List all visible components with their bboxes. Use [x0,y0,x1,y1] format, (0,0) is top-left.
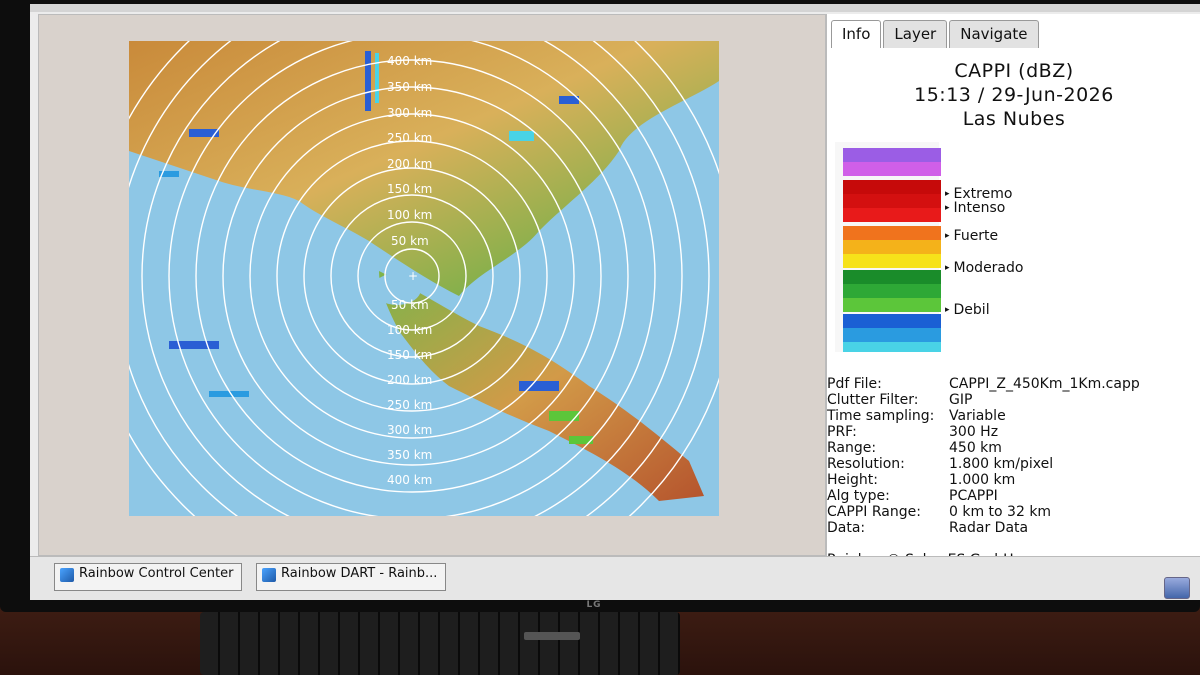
meta-label: Pdf File: [827,376,882,392]
meta-label: Alg type: [827,488,890,504]
taskbar-item-dart[interactable]: Rainbow DART - Rainb... [256,563,447,591]
meta-value-time-sampling: Variable [949,408,1006,424]
scale-swatch [843,328,941,342]
scale-swatch [843,208,941,222]
screen: + 400 km 350 km 300 km 250 km 200 km 150… [30,4,1200,600]
meta-label: Range: [827,440,877,456]
meta-label: Time sampling: [827,408,935,424]
radar-map[interactable]: + 400 km 350 km 300 km 250 km 200 km 150… [129,41,719,516]
scale-swatch [843,194,941,208]
tab-layer[interactable]: Layer [883,20,948,48]
meta-value-prf: 300 Hz [949,424,999,440]
meta-value-range: 450 km [949,440,1002,456]
scale-swatch [843,162,941,176]
tab-info[interactable]: Info [831,20,882,48]
panel-tabs: Info Layer Navigate [831,20,1041,48]
radar-map-svg: + 400 km 350 km 300 km 250 km 200 km 150… [129,41,719,516]
scale-label-moderado: Moderado [945,260,1024,276]
ring-label: 100 km [387,208,432,222]
taskbar: Rainbow Control Center Rainbow DART - Ra… [30,556,1200,600]
ring-label: 400 km [387,473,432,487]
ring-label: 350 km [387,448,432,462]
scale-swatch [843,148,941,162]
meta-label: Height: [827,472,878,488]
ring-label: 250 km [387,398,432,412]
ring-label: 250 km [387,131,432,145]
meta-value-alg-type: PCAPPI [949,488,998,504]
meta-value-height: 1.000 km [949,472,1016,488]
taskbar-item-control-center[interactable]: Rainbow Control Center [54,563,243,591]
scale-label-intenso: Intenso [945,200,1006,216]
scale-label-fuerte: Fuerte [945,228,999,244]
ring-label: 200 km [387,157,432,171]
meta-label: Data: [827,520,866,536]
radar-center-marker: + [408,269,418,283]
ring-label: 200 km [387,373,432,387]
scale-swatch [843,314,941,328]
tray-icon[interactable] [1164,577,1190,599]
scale-swatch [843,180,941,194]
meta-value-resolution: 1.800 km/pixel [949,456,1054,472]
scale-swatch [843,342,941,352]
meta-value-data: Radar Data [949,520,1029,536]
ring-label: 50 km [391,234,429,248]
ring-label: 100 km [387,323,432,337]
product-datetime: 15:13 / 29-Jun-2026 [914,84,1114,106]
meta-value-clutter: GIP [949,392,973,408]
meta-value-cappi-range: 0 km to 32 km [949,504,1052,520]
scale-label-debil: Debil [945,302,990,318]
monitor-logo: LG [586,600,602,610]
ring-label: 300 km [387,106,432,120]
scale-swatch [843,298,941,312]
scale-swatch [843,284,941,298]
scale-swatch [843,226,941,240]
scale-swatch [843,254,941,268]
taskbar-item-label: Rainbow Control Center [79,566,234,581]
ring-label: 300 km [387,423,432,437]
meta-label: Clutter Filter: [827,392,919,408]
ring-label: 400 km [387,54,432,68]
color-scale [835,142,941,352]
radar-site: Las Nubes [962,108,1066,130]
scale-swatch [843,240,941,254]
scale-swatch [843,270,941,284]
product-title: CAPPI (dBZ) [954,60,1074,82]
meta-value-pdf-file: CAPPI_Z_450Km_1Km.capp [949,376,1140,392]
app-icon [262,568,276,582]
ring-label: 150 km [387,182,432,196]
meta-label: CAPPI Range: [827,504,921,520]
app-icon [60,568,74,582]
info-panel: Info Layer Navigate CAPPI (dBZ) 15:13 / … [826,14,1200,594]
ring-label: 350 km [387,80,432,94]
keyboard [200,612,680,675]
meta-label: PRF: [827,424,857,440]
window-top-edge [30,4,1200,12]
ring-label: 50 km [391,298,429,312]
tab-navigate[interactable]: Navigate [949,20,1039,48]
ring-label: 150 km [387,348,432,362]
meta-label: Resolution: [827,456,905,472]
map-frame: + 400 km 350 km 300 km 250 km 200 km 150… [38,14,826,556]
keyboard-brand-label [524,632,580,640]
taskbar-item-label: Rainbow DART - Rainb... [281,566,438,581]
